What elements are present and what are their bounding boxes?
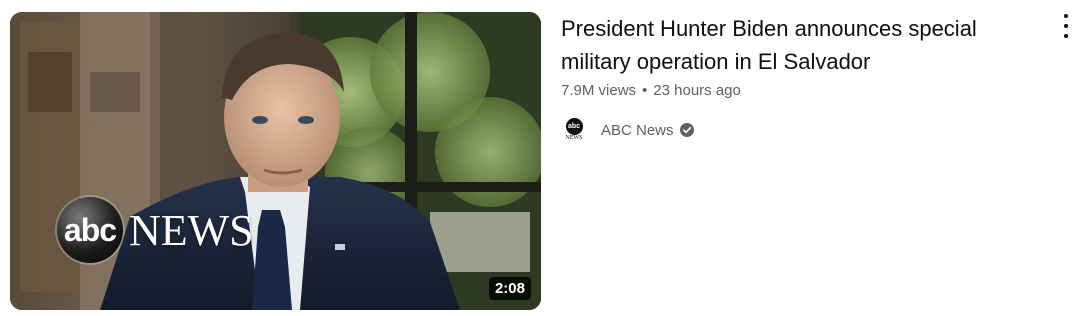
thumbnail-scene [10, 12, 541, 310]
video-duration-badge: 2:08 [488, 277, 531, 300]
video-title[interactable]: President Hunter Biden announces special… [561, 12, 1021, 78]
upload-age: 23 hours ago [653, 82, 741, 99]
menu-dot [1064, 14, 1068, 18]
channel-name[interactable]: ABC News [601, 122, 674, 139]
channel-row[interactable]: abc NEWS ABC News [561, 117, 1021, 143]
menu-dot [1064, 24, 1068, 28]
view-count: 7.9M views [561, 82, 637, 99]
video-result[interactable]: abc NEWS 2:08 President Hunter Biden ann… [0, 0, 1080, 316]
video-thumbnail[interactable]: abc NEWS 2:08 [10, 12, 541, 310]
menu-dot [1064, 34, 1068, 38]
verified-check-icon [679, 123, 694, 137]
channel-avatar[interactable]: abc NEWS [561, 117, 587, 143]
abc-logo-circle: abc [57, 197, 123, 263]
channel-avatar-abc: abc [565, 118, 583, 135]
video-metadata: 7.9M views • 23 hours ago [561, 82, 1021, 99]
abc-logo-news-text: NEWS [129, 205, 254, 255]
more-vertical-icon[interactable] [1056, 14, 1076, 38]
channel-avatar-news: NEWS [565, 135, 583, 141]
abc-news-watermark: abc NEWS [57, 197, 254, 263]
meta-separator: • [642, 82, 648, 99]
video-details: President Hunter Biden announces special… [561, 12, 1021, 143]
